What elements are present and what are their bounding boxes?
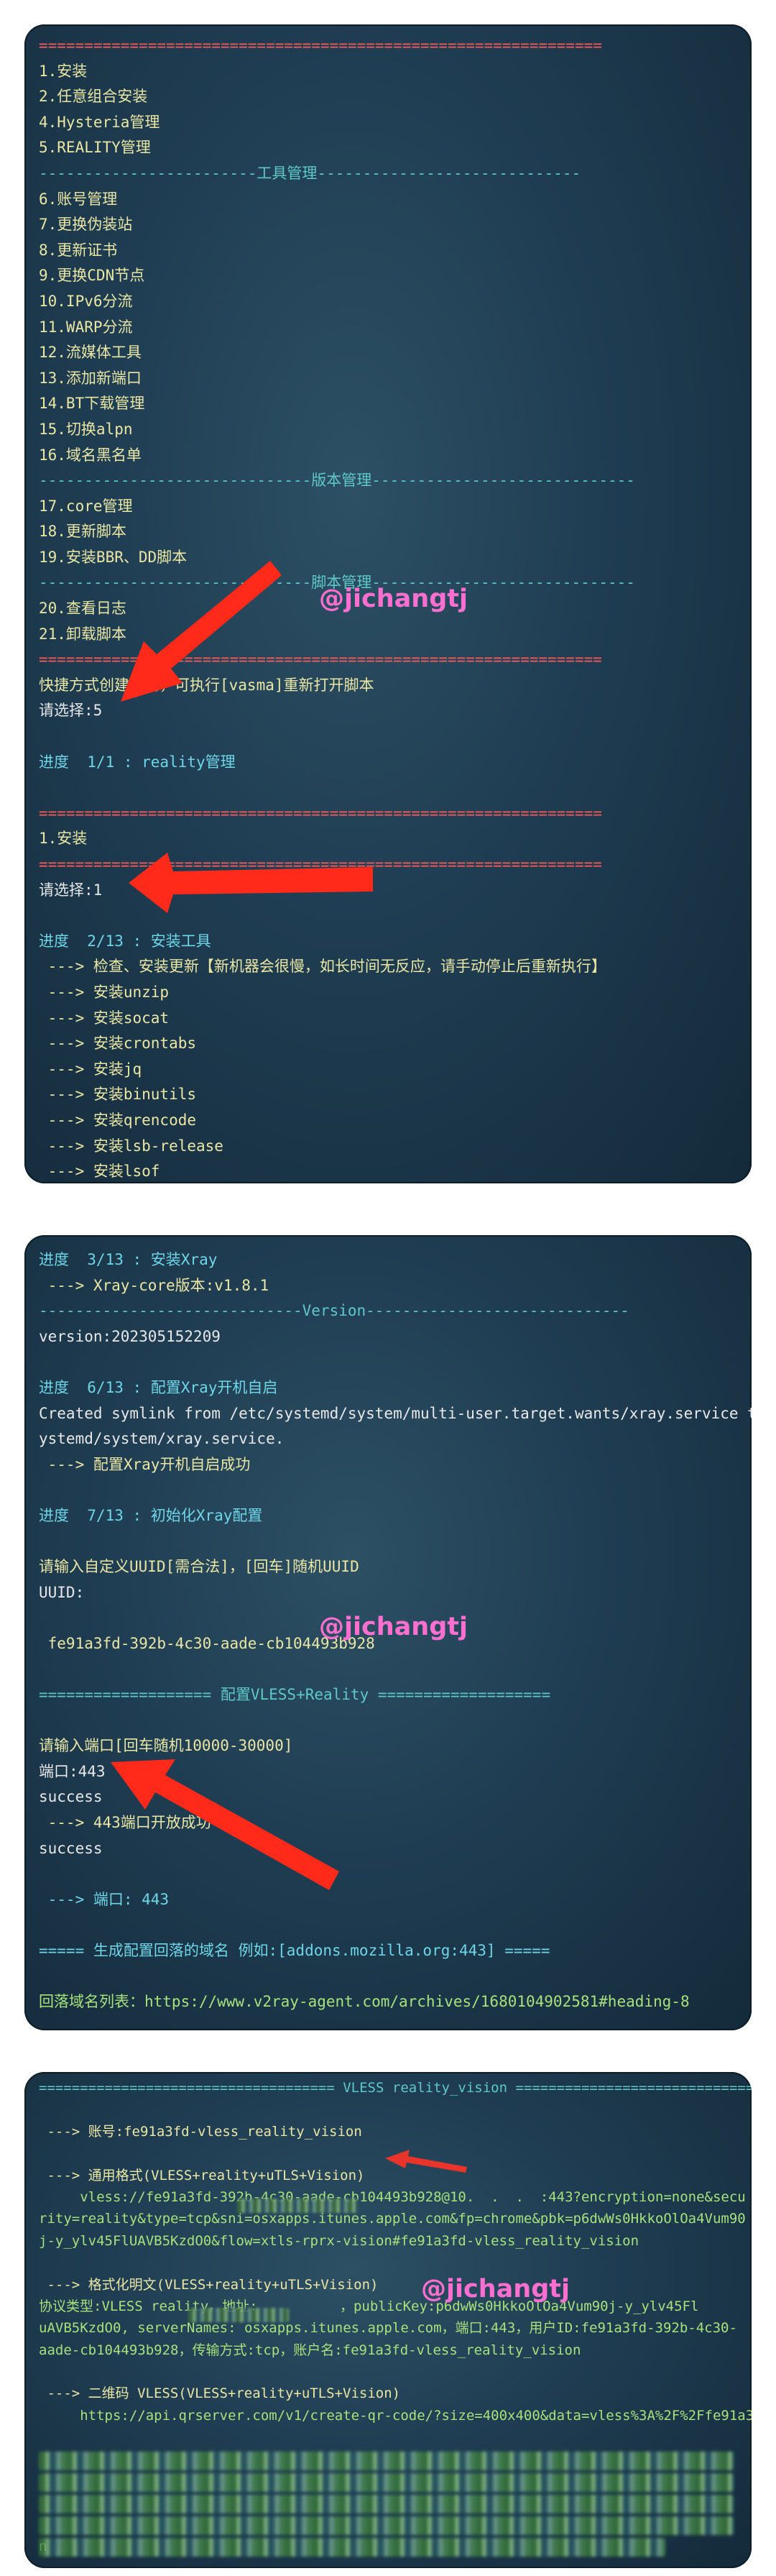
terminal-line: 10.IPv6分流 bbox=[39, 292, 133, 310]
terminal-line: Created symlink from /etc/systemd/system… bbox=[39, 1404, 752, 1422]
terminal-line: ---> 安装binutils bbox=[39, 1086, 197, 1104]
terminal-line: 进度 2/13 : 安装工具 bbox=[39, 932, 211, 950]
terminal-window-3: ==================================== VLE… bbox=[24, 2072, 752, 2568]
terminal-line: 9.更换CDN节点 bbox=[39, 267, 145, 285]
terminal-line: 进度 6/13 : 配置Xray开机自启 bbox=[39, 1378, 278, 1396]
terminal-line: 11.WARP分流 bbox=[39, 318, 133, 336]
terminal-line: 进度 3/13 : 安装Xray bbox=[39, 1251, 218, 1268]
terminal-line: vless://fe91a3fd-392b-4c30-aade-cb104493… bbox=[39, 2188, 746, 2205]
terminal-line: ------------------------------版本管理------… bbox=[39, 472, 635, 490]
blurred-qr-link-line-3 bbox=[39, 2495, 734, 2513]
blurred-address bbox=[188, 2308, 289, 2322]
terminal-line: aade-cb104493b928，传输方式:tcp，账户名:fe91a3fd-… bbox=[39, 2342, 581, 2358]
terminal-line: ========================================… bbox=[39, 37, 602, 54]
terminal-line: ========================================… bbox=[39, 804, 602, 822]
terminal-line: ---> 配置Xray开机自启成功 bbox=[39, 1455, 251, 1473]
terminal-line: ===== 生成配置回落的域名 例如:[addons.mozilla.org:4… bbox=[39, 1942, 550, 1960]
terminal-line: 4.Hysteria管理 bbox=[39, 113, 160, 131]
terminal-line: ---> 二维码 VLESS(VLESS+reality+uTLS+Vision… bbox=[39, 2385, 401, 2402]
watermark: @jichangtj bbox=[421, 2275, 570, 2304]
terminal-line: ---> 安装socat bbox=[39, 1009, 170, 1027]
blurred-qr-link-line-5 bbox=[39, 2538, 665, 2557]
terminal-line: -----------------------------Version----… bbox=[39, 1302, 629, 1320]
blurred-qr-link-line-1 bbox=[39, 2452, 734, 2470]
terminal-line: 进度 1/1 : reality管理 bbox=[39, 753, 236, 771]
terminal-line: ---> 安装crontabs bbox=[39, 1035, 197, 1053]
terminal-line: 16.域名黑名单 bbox=[39, 446, 142, 464]
watermark: @jichangtj bbox=[319, 1613, 468, 1641]
terminal-line: version:202305152209 bbox=[39, 1327, 221, 1345]
terminal-line: 协议类型:VLESS reality，地址: ，publicKey:p6dwWs… bbox=[39, 2298, 699, 2314]
terminal-line: 进度 7/13 : 初始化Xray配置 bbox=[39, 1506, 263, 1524]
red-arrow-icon bbox=[385, 2150, 467, 2173]
terminal-line: 请输入端口[回车随机10000-30000] bbox=[39, 1737, 293, 1755]
terminal-line: 17.core管理 bbox=[39, 497, 133, 515]
terminal-line: 7.更换伪装站 bbox=[39, 216, 133, 234]
terminal-line: ---> 检查、安装更新【新机器会很慢，如长时间无反应，请手动停止后重新执行】 bbox=[39, 958, 606, 976]
terminal-line: 请输入自定义UUID[需合法]，[回车]随机UUID bbox=[39, 1558, 359, 1576]
terminal-line: 12.流媒体工具 bbox=[39, 344, 142, 362]
terminal-line: ---> 安装jq bbox=[39, 1060, 142, 1078]
terminal-line: ==================================== VLE… bbox=[39, 2080, 752, 2096]
terminal-line: 18.更新脚本 bbox=[39, 523, 126, 541]
terminal-line: rity=reality&type=tcp&sni=osxapps.itunes… bbox=[39, 2211, 746, 2227]
terminal-line: ------------------------工具管理------------… bbox=[39, 164, 581, 182]
blurred-qr-link-line-4 bbox=[39, 2516, 734, 2535]
terminal-window-1: ========================================… bbox=[24, 24, 752, 1183]
terminal-line: ---> 安装lsof bbox=[39, 1163, 160, 1181]
terminal-line: ---> 账号:fe91a3fd-vless_reality_vision bbox=[39, 2123, 362, 2140]
terminal-line: https://api.qrserver.com/v1/create-qr-co… bbox=[39, 2407, 752, 2424]
terminal-window-2: 进度 3/13 : 安装Xray ---> Xray-core版本:v1.8.1… bbox=[24, 1235, 752, 2030]
terminal-line: ystemd/system/xray.service. bbox=[39, 1430, 285, 1448]
terminal-line: 5.REALITY管理 bbox=[39, 139, 151, 157]
blurred-qr-link-line-2 bbox=[39, 2473, 734, 2492]
terminal-line: 15.切换alpn bbox=[39, 420, 133, 438]
terminal-line: ---> 安装qrencode bbox=[39, 1111, 197, 1129]
terminal-line: ---> Xray-core版本:v1.8.1 bbox=[39, 1276, 269, 1294]
terminal-line: ---> 格式化明文(VLESS+reality+uTLS+Vision) bbox=[39, 2276, 379, 2293]
terminal-line: ---> 安装lsb-release bbox=[39, 1137, 223, 1155]
terminal-line: 6.账号管理 bbox=[39, 190, 118, 208]
terminal-line: 8.更新证书 bbox=[39, 241, 118, 259]
blurred-address bbox=[237, 2199, 359, 2213]
terminal-line: uAVB5KzdO0, serverNames: osxapps.itunes.… bbox=[39, 2320, 737, 2337]
terminal-line: UUID: bbox=[39, 1583, 85, 1601]
terminal-line: 回落域名列表：https://www.v2ray-agent.com/archi… bbox=[39, 1993, 690, 2011]
terminal-line: j-y_ylv45FlUAVB5KzdO0&flow=xtls-rprx-vis… bbox=[39, 2232, 639, 2249]
terminal-line: 14.BT下载管理 bbox=[39, 395, 145, 413]
terminal-line: 13.添加新端口 bbox=[39, 369, 142, 387]
terminal-line: 2.任意组合安装 bbox=[39, 88, 148, 106]
red-arrow-icon bbox=[121, 561, 282, 702]
terminal-line: =================== 配置VLESS+Reality ====… bbox=[39, 1686, 551, 1704]
red-arrow-icon bbox=[129, 853, 373, 913]
terminal-line: 1.安装 bbox=[39, 62, 88, 80]
red-arrow-icon bbox=[111, 1759, 339, 1890]
terminal-line: ---> 安装unzip bbox=[39, 983, 170, 1001]
